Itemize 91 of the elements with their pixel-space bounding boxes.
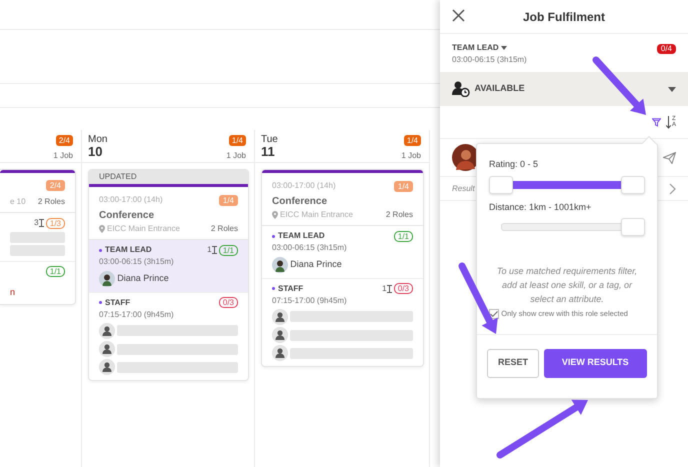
day-fill-count: 2/4: [56, 135, 73, 146]
person-clock-icon: [452, 81, 470, 97]
availability-dropdown[interactable]: AVAILABLE: [440, 72, 688, 106]
role-count: 2 Roles: [210, 223, 238, 236]
day-date: 10: [88, 145, 104, 158]
job-time: 03:00-17:00 (14h): [99, 194, 163, 206]
day-name: Tue: [261, 134, 278, 145]
day-fill-count: 1/4: [404, 135, 421, 146]
role-count: 2 Roles: [386, 209, 413, 222]
fill-count: 1/1: [394, 230, 413, 242]
role-time: 07:15-17:00 (9h45m): [99, 308, 175, 320]
role-time: 07:15-17:00 (9h45m): [272, 294, 348, 306]
caret-icon: [500, 46, 507, 50]
fill-count: 0/4: [656, 44, 676, 54]
check-icon: [490, 310, 498, 317]
role-name: STAFF: [99, 296, 130, 308]
slider-label: Rating: 0 - 5: [489, 158, 540, 171]
job-card[interactable]: 2/4 e 10 2 Roles 3 1/3 1/1 n: [0, 169, 76, 306]
job-location: EICC Main Entrance: [107, 223, 180, 236]
job-count: 1 Job: [53, 150, 73, 162]
role-row[interactable]: 1/1 n: [0, 260, 75, 304]
note-text: n: [10, 286, 16, 297]
hint-text: To use matched requirements filter, add at least one skill, or a tag, or select an attribute.: [496, 265, 638, 306]
job-location: e 10: [10, 196, 26, 208]
panel-title: Job Fulfilment: [523, 8, 605, 26]
close-button[interactable]: [452, 9, 465, 22]
day-name: Mon: [88, 134, 108, 145]
role-row[interactable]: TEAM LEAD 1 1/1 03:00-06:15 (3h15m) Diana Prince: [89, 240, 248, 292]
avatar: [272, 256, 288, 272]
job-fill-count: 2/4: [46, 180, 65, 192]
person-icon: [272, 327, 288, 343]
job-card[interactable]: 03:00-17:00 (14h) 1/4 Conference EICC Main Entrance 2 Roles TEAM LEAD 1/1 03:00-06:15 (3h15m) Diana Prince STAFF 1 0/3 07:15-17:00 (9h45m): [261, 169, 424, 368]
slider-label: Distance: 1km - 1001km+: [489, 200, 592, 214]
view-results-button[interactable]: VIEW RESULTS: [544, 348, 647, 378]
empty-slot: [10, 244, 65, 256]
filter-icon[interactable]: [652, 118, 662, 126]
results-label: Result: [452, 182, 475, 194]
caret-icon: [668, 86, 676, 92]
job-fill-count: 1/4: [218, 194, 238, 206]
fill-count: 0/3: [394, 283, 413, 294]
empty-slot: [10, 232, 65, 242]
role-row[interactable]: 3 1/3: [0, 213, 75, 261]
role-row[interactable]: STAFF 1 0/3 07:15-17:00 (9h45m): [262, 278, 423, 366]
role-time: 03:00-06:15 (3h15m): [452, 54, 527, 66]
pin-icon: [272, 211, 278, 220]
crew-name: Diana Prince: [117, 272, 169, 285]
job-time: 03:00-17:00 (14h): [272, 180, 336, 192]
job-location: EICC Main Entrance: [280, 209, 353, 222]
ibeam-icon: [212, 246, 217, 254]
crew-count: 1: [382, 282, 387, 294]
role-name: STAFF: [272, 282, 304, 294]
person-icon: [99, 322, 115, 339]
person-icon: [99, 341, 115, 357]
role-row[interactable]: STAFF 0/3 07:15-17:00 (9h45m): [89, 292, 248, 380]
day-date: 11: [261, 145, 276, 158]
role-name: TEAM LEAD: [99, 244, 152, 256]
fill-count: 1/1: [46, 266, 65, 277]
checkbox[interactable]: [489, 308, 499, 319]
fill-count: 1/3: [46, 218, 65, 229]
role-time: 03:00-06:15 (3h15m): [272, 242, 348, 254]
crew-count: 1: [207, 244, 212, 256]
ibeam-icon: [38, 219, 44, 228]
send-icon[interactable]: [663, 152, 676, 164]
ibeam-icon: [386, 284, 392, 292]
job-title: Conference: [272, 195, 328, 210]
fill-count: 1/1: [218, 244, 238, 256]
range-slider[interactable]: [489, 178, 645, 192]
chevron-right-icon[interactable]: [669, 182, 676, 194]
reset-button[interactable]: RESET: [487, 348, 540, 378]
role-count: 2 Roles: [38, 196, 65, 208]
updated-banner: UPDATED: [89, 170, 248, 187]
role-dropdown[interactable]: TEAM LEAD: [452, 42, 527, 54]
job-title: Conference: [99, 209, 156, 224]
job-card[interactable]: UPDATED 03:00-17:00 (14h) 1/4 Conference EICC Main Entrance 2 Roles TEAM LEAD 1 1/1 03:00-06:15 (3h15m) Diana Prince STAFF 0/3 07:15-17:00 (9h45m): [88, 169, 249, 382]
job-count: 1 Job: [226, 150, 246, 162]
job-fill-count: 1/4: [394, 180, 413, 192]
person-icon: [99, 359, 115, 376]
day-fill-count: 1/4: [228, 135, 246, 146]
role-time: 03:00-06:15 (3h15m): [99, 256, 175, 268]
job-count: 1 Job: [401, 150, 421, 162]
crew-count: 3: [34, 217, 39, 230]
annotation-arrow: [592, 56, 646, 115]
person-icon: [272, 345, 288, 362]
crew-name: Diana Prince: [290, 258, 342, 271]
pin-icon: [99, 225, 105, 234]
annotation-arrow: [458, 262, 498, 334]
avatar: [99, 270, 115, 286]
fill-count: 0/3: [218, 297, 238, 308]
person-icon: [272, 308, 288, 325]
role-row[interactable]: TEAM LEAD 1/1 03:00-06:15 (3h15m) Diana Prince: [262, 226, 423, 278]
role-name: TEAM LEAD: [272, 230, 325, 242]
